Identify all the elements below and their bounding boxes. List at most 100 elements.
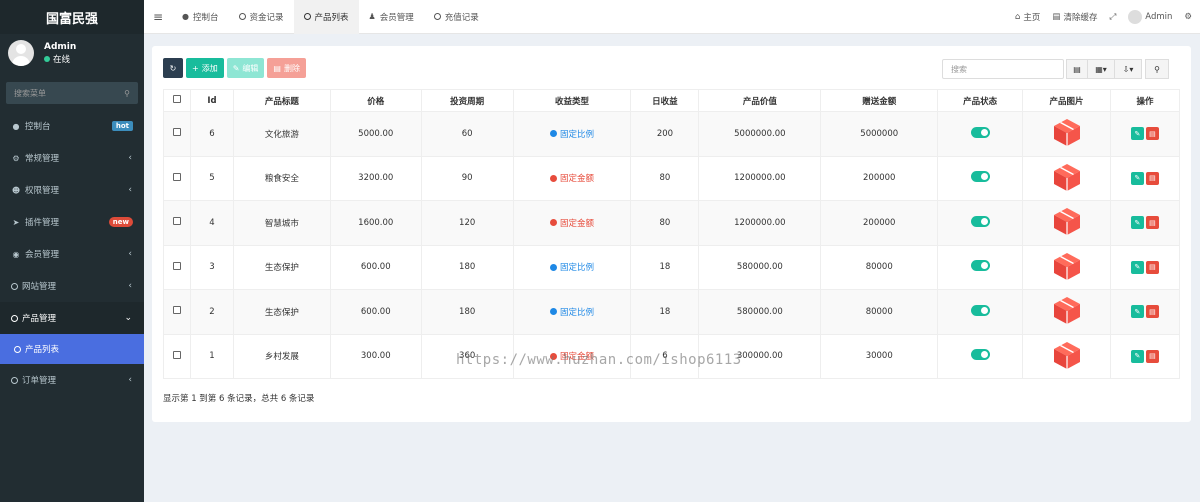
sidebar-item-products[interactable]: 产品管理 ⌄ — [0, 302, 144, 334]
refresh-button[interactable]: ↻ — [163, 58, 183, 78]
row-checkbox[interactable] — [163, 111, 191, 157]
tab-fund-records[interactable]: 资金记录 — [229, 0, 294, 34]
product-cube-icon[interactable] — [1052, 206, 1082, 236]
row-checkbox[interactable] — [163, 244, 191, 290]
tab-product-list[interactable]: 产品列表 — [293, 0, 359, 34]
sidebar-item-product-list[interactable]: 产品列表 — [0, 334, 144, 364]
status-toggle[interactable] — [970, 215, 990, 227]
edit-pencil-icon[interactable]: ✎ — [1130, 349, 1144, 363]
delete-trash-icon[interactable]: ▤ — [1145, 305, 1159, 319]
cell-period: 90 — [420, 155, 514, 201]
status-toggle[interactable] — [970, 260, 990, 272]
status-toggle[interactable] — [970, 304, 990, 316]
cell-period: 360 — [420, 333, 514, 379]
tab-members[interactable]: ♟ 会员管理 — [359, 0, 424, 34]
table-toolbar: ↻ + 添加 ✎ 编辑 ▤ 删除 — [163, 58, 306, 78]
status-toggle[interactable] — [970, 171, 990, 183]
avatar — [8, 40, 34, 66]
product-cube-icon[interactable] — [1052, 251, 1082, 281]
settings-gear-icon[interactable]: ⚙ — [1184, 12, 1192, 22]
table-row[interactable]: 6 文化旅游 5000.00 60 固定比例 200 5000000.00 50… — [163, 111, 1181, 157]
trash-icon: ▤ — [1052, 12, 1061, 22]
col-value[interactable]: 产品价值 — [698, 89, 822, 112]
table-row[interactable]: 4 智慧城市 1600.00 120 固定金额 80 1200000.00 20… — [163, 200, 1181, 246]
cell-price: 600.00 — [329, 289, 422, 335]
col-price[interactable]: 价格 — [329, 89, 422, 112]
row-checkbox[interactable] — [163, 289, 191, 335]
col-status[interactable]: 产品状态 — [937, 89, 1024, 112]
row-checkbox[interactable] — [163, 200, 191, 246]
status-toggle[interactable] — [970, 349, 990, 361]
product-cube-icon[interactable] — [1052, 340, 1082, 370]
export-icon[interactable]: ⇩▾ — [1114, 59, 1142, 79]
clear-cache-button[interactable]: ▤ 清除缓存 — [1052, 11, 1097, 23]
col-yield-type[interactable]: 收益类型 — [512, 89, 632, 112]
content-panel: ↻ + 添加 ✎ 编辑 ▤ 删除 搜索 ▤ ▦▾ ⇩▾ ⚲ Id 产品标题 价格 投资… — [152, 46, 1191, 422]
edit-pencil-icon[interactable]: ✎ — [1130, 127, 1144, 141]
col-id[interactable]: Id — [189, 89, 234, 112]
table-row[interactable]: 1 乡村发展 300.00 360 固定金额 6 300000.00 30000… — [163, 333, 1181, 379]
cell-gift: 80000 — [820, 289, 939, 335]
sidebar-item-members[interactable]: ◉ 会员管理 ‹ — [0, 238, 144, 270]
product-cube-icon[interactable] — [1052, 162, 1082, 192]
sidebar-item-website[interactable]: 网站管理 ‹ — [0, 270, 144, 302]
delete-trash-icon[interactable]: ▤ — [1145, 260, 1159, 274]
tab-recharge-records[interactable]: 充值记录 — [424, 0, 489, 34]
table-row[interactable]: 2 生态保护 600.00 180 固定比例 18 580000.00 8000… — [163, 289, 1181, 335]
delete-trash-icon[interactable]: ▤ — [1145, 127, 1159, 141]
brand-logo[interactable]: 国富民强 — [0, 0, 144, 34]
pagination-info: 显示第 1 到第 6 条记录，总共 6 条记录 — [163, 394, 315, 404]
delete-trash-icon[interactable]: ▤ — [1145, 171, 1159, 185]
chevron-left-icon: ‹ — [128, 185, 132, 195]
cell-period: 60 — [420, 111, 514, 157]
cell-image — [1022, 289, 1111, 335]
sidebar-item-plugins[interactable]: ➤ 插件管理 new — [0, 206, 144, 238]
col-title[interactable]: 产品标题 — [232, 89, 331, 112]
table-row[interactable]: 3 生态保护 600.00 180 固定比例 18 580000.00 8000… — [163, 244, 1181, 290]
delete-button[interactable]: ▤ 删除 — [267, 58, 306, 78]
col-period[interactable]: 投资周期 — [420, 89, 514, 112]
home-link[interactable]: ⌂ 主页 — [1015, 11, 1040, 23]
sidebar-item-orders[interactable]: 订单管理 ‹ — [0, 364, 144, 396]
col-image[interactable]: 产品图片 — [1022, 89, 1111, 112]
product-cube-icon[interactable] — [1052, 117, 1082, 147]
edit-pencil-icon[interactable]: ✎ — [1130, 216, 1144, 230]
col-daily-yield[interactable]: 日收益 — [630, 89, 700, 112]
avatar — [1128, 10, 1143, 24]
delete-trash-icon[interactable]: ▤ — [1145, 349, 1159, 363]
sidebar-item-dashboard[interactable]: ● 控制台 hot — [0, 110, 144, 142]
admin-menu[interactable]: Admin — [1128, 10, 1172, 24]
sidebar-item-permission[interactable]: ☻ 权限管理 ‹ — [0, 174, 144, 206]
yield-type-label: 固定比例 — [550, 261, 594, 273]
product-cube-icon[interactable] — [1052, 295, 1082, 325]
edit-pencil-icon[interactable]: ✎ — [1130, 260, 1144, 274]
delete-trash-icon[interactable]: ▤ — [1145, 216, 1159, 230]
dot-icon — [550, 352, 558, 360]
toggle-view-icon[interactable]: ▤ — [1066, 59, 1088, 79]
table-row[interactable]: 5 粮食安全 3200.00 90 固定金额 80 1200000.00 200… — [163, 155, 1181, 201]
add-button[interactable]: + 添加 — [186, 58, 224, 78]
search-icon[interactable]: ⚲ — [1145, 59, 1169, 79]
cell-period: 120 — [420, 200, 514, 246]
col-actions: 操作 — [1109, 89, 1181, 112]
table-search-input[interactable]: 搜索 — [942, 59, 1064, 79]
col-gift[interactable]: 赠送金额 — [820, 89, 939, 112]
status-toggle[interactable] — [970, 126, 990, 138]
fullscreen-icon[interactable]: ⤢ — [1109, 12, 1116, 22]
menu-toggle-icon[interactable]: ≡ — [144, 10, 172, 24]
edit-pencil-icon[interactable]: ✎ — [1130, 305, 1144, 319]
edit-button[interactable]: ✎ 编辑 — [226, 58, 265, 78]
cell-price: 1600.00 — [329, 200, 422, 246]
select-all-checkbox[interactable] — [163, 89, 191, 112]
circle-icon — [11, 376, 18, 384]
cell-title: 粮食安全 — [232, 155, 331, 201]
sidebar-item-general[interactable]: ⚙ 常规管理 ‹ — [0, 142, 144, 174]
row-checkbox[interactable] — [163, 155, 191, 201]
edit-pencil-icon[interactable]: ✎ — [1130, 171, 1144, 185]
columns-icon[interactable]: ▦▾ — [1087, 59, 1115, 79]
tab-dashboard[interactable]: ● 控制台 — [172, 0, 229, 34]
row-checkbox[interactable] — [163, 333, 191, 379]
sidebar-search-input[interactable]: 搜索菜单 ⚲ — [6, 82, 138, 104]
cell-title: 乡村发展 — [232, 333, 331, 379]
cell-actions: ✎ ▤ — [1109, 200, 1181, 246]
